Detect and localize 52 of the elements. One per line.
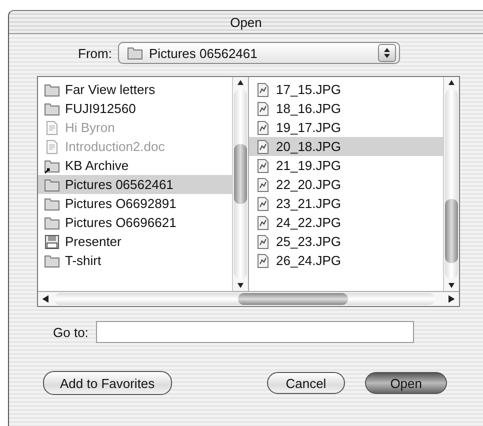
folder-alias-icon <box>44 158 60 174</box>
go-to-label: Go to: <box>53 324 88 340</box>
scroll-thumb[interactable] <box>234 144 247 204</box>
image-file-icon <box>255 234 271 250</box>
file-row[interactable]: 17_15.JPG <box>249 80 443 99</box>
file-row[interactable]: 22_20.JPG <box>249 175 443 194</box>
file-row[interactable]: 19_17.JPG <box>249 118 443 137</box>
scroll-bar[interactable] <box>232 77 248 291</box>
window-title: Open <box>230 14 262 30</box>
file-row[interactable]: 20_18.JPG <box>249 137 443 156</box>
folder-icon <box>44 214 60 230</box>
file-row[interactable]: FUJI912560 <box>38 99 232 118</box>
image-file-icon <box>255 252 271 268</box>
go-to-field[interactable] <box>96 321 414 343</box>
image-file-icon <box>255 196 271 212</box>
folder-icon <box>44 176 60 192</box>
file-row[interactable]: Pictures 06562461 <box>38 175 232 194</box>
folder-icon <box>126 45 143 61</box>
file-row[interactable]: KB Archive <box>38 156 232 175</box>
file-row[interactable]: 24_22.JPG <box>249 213 443 232</box>
scroll-bar[interactable] <box>443 77 459 291</box>
folder-icon <box>44 100 60 116</box>
image-file-icon <box>255 176 271 192</box>
stepper-icon <box>378 44 396 62</box>
document-icon <box>44 120 60 136</box>
image-file-icon <box>255 158 271 174</box>
image-file-icon <box>255 82 271 98</box>
file-row[interactable]: Pictures O6696621 <box>38 213 232 232</box>
file-row[interactable]: 21_19.JPG <box>249 156 443 175</box>
file-row[interactable]: 25_23.JPG <box>249 232 443 251</box>
file-row[interactable]: 18_16.JPG <box>249 99 443 118</box>
scroll-thumb[interactable] <box>238 293 348 305</box>
image-file-icon <box>255 214 271 230</box>
file-row[interactable]: 23_21.JPG <box>249 194 443 213</box>
file-row[interactable]: Far View letters <box>38 80 232 99</box>
file-row[interactable]: 26_24.JPG <box>249 251 443 270</box>
from-label: From: <box>78 46 112 60</box>
scroll-thumb[interactable] <box>445 199 458 263</box>
folder-icon <box>44 82 60 98</box>
file-row[interactable]: Pictures O6692891 <box>38 194 232 213</box>
file-row[interactable]: Presenter <box>38 232 232 251</box>
folder-icon <box>44 252 60 268</box>
push-button[interactable]: Add to Favorites <box>43 371 172 395</box>
image-file-icon <box>255 120 271 136</box>
image-file-icon <box>255 138 271 154</box>
default-button[interactable]: Open <box>365 372 447 394</box>
horizontal-scroll-bar[interactable] <box>38 291 459 306</box>
location-popup[interactable]: Pictures 06562461 <box>118 42 400 64</box>
image-file-icon <box>255 100 271 116</box>
push-button[interactable]: Cancel <box>266 372 346 394</box>
file-row[interactable]: T-shirt <box>38 251 232 270</box>
document-icon <box>44 138 60 154</box>
